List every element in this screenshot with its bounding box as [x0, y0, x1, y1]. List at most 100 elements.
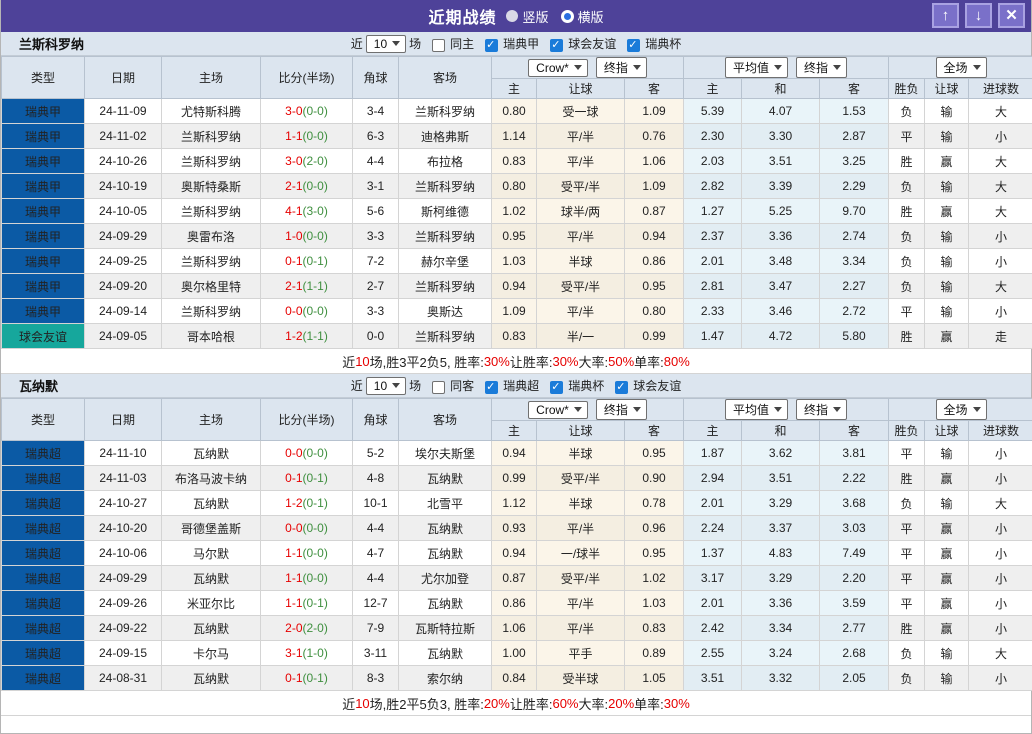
score-cell: 0-1(0-1)	[261, 466, 353, 491]
unchecked-checkbox[interactable]	[432, 39, 445, 52]
result-wdl-cell: 负	[889, 491, 925, 516]
average-source-select-1[interactable]: 终指	[796, 57, 847, 78]
odds-home-cell: 1.03	[492, 249, 537, 274]
odds-source-select-1[interactable]: 终指	[596, 399, 647, 420]
result-goals-cell: 大	[969, 491, 1032, 516]
avg-home-cell: 2.55	[684, 641, 742, 666]
full-score: 0-1	[285, 671, 302, 685]
date-cell: 24-09-26	[85, 591, 162, 616]
score-cell: 3-1(1-0)	[261, 641, 353, 666]
odds-home-cell: 0.83	[492, 149, 537, 174]
away-team-cell: 瓦纳默	[399, 466, 492, 491]
checked-checkbox[interactable]	[485, 39, 498, 52]
avg-draw-cell: 3.47	[742, 274, 820, 299]
layout-radio-vertical[interactable]: 竖版	[506, 7, 548, 26]
avg-home-cell: 2.82	[684, 174, 742, 199]
average-source-select-1[interactable]: 终指	[796, 399, 847, 420]
handicap-cell: 平/半	[537, 616, 625, 641]
table-row: 瑞典甲24-11-02兰斯科罗纳1-1(0-0)6-3迪格弗斯1.14平/半0.…	[2, 124, 1032, 149]
team-name: 兰斯科罗纳	[19, 34, 84, 53]
odds-home-cell: 0.80	[492, 174, 537, 199]
result-handicap-cell: 赢	[925, 566, 969, 591]
column-header: 主场	[162, 399, 261, 441]
average-source-select-0[interactable]: 平均值	[725, 57, 788, 78]
average-source-select-0[interactable]: 平均值	[725, 399, 788, 420]
half-score: (0-1)	[303, 671, 328, 685]
odds-source-select-1-value: 终指	[604, 401, 628, 418]
close-button[interactable]: ✕	[998, 3, 1025, 28]
move-up-button[interactable]: ↑	[932, 3, 959, 28]
column-subheader: 主	[684, 421, 742, 441]
corner-cell: 3-4	[353, 99, 399, 124]
odds-away-cell: 0.83	[625, 616, 684, 641]
result-goals-cell: 小	[969, 466, 1032, 491]
odds-source-select-1[interactable]: 终指	[596, 57, 647, 78]
avg-draw-cell: 3.51	[742, 149, 820, 174]
date-cell: 24-09-25	[85, 249, 162, 274]
recent-count-select[interactable]: 10	[366, 35, 406, 53]
odds-away-cell: 1.09	[625, 99, 684, 124]
column-header: 客场	[399, 399, 492, 441]
table-row: 瑞典超24-10-20哥德堡盖斯0-0(0-0)4-4瓦纳默0.93平/半0.9…	[2, 516, 1032, 541]
result-wdl-cell: 负	[889, 641, 925, 666]
result-goals-cell: 大	[969, 149, 1032, 174]
odds-away-cell: 1.03	[625, 591, 684, 616]
checked-checkbox[interactable]	[627, 39, 640, 52]
odds-away-cell: 0.94	[625, 224, 684, 249]
result-goals-cell: 小	[969, 666, 1032, 691]
score-cell: 1-1(0-0)	[261, 124, 353, 149]
odds-away-cell: 0.80	[625, 299, 684, 324]
match-type-cell: 瑞典甲	[2, 274, 85, 299]
checked-checkbox[interactable]	[550, 39, 563, 52]
home-team-cell: 兰斯科罗纳	[162, 124, 261, 149]
home-team-cell: 马尔默	[162, 541, 261, 566]
column-subheader: 和	[742, 79, 820, 99]
avg-home-cell: 2.01	[684, 591, 742, 616]
move-down-button[interactable]: ↓	[965, 3, 992, 28]
column-subheader: 客	[820, 421, 889, 441]
table-row: 瑞典超24-11-03布洛马波卡纳0-1(0-1)4-8瓦纳默0.99受平/半0…	[2, 466, 1032, 491]
result-handicap-cell: 赢	[925, 149, 969, 174]
avg-away-cell: 1.53	[820, 99, 889, 124]
column-header: 日期	[85, 399, 162, 441]
checked-checkbox[interactable]	[615, 381, 628, 394]
corner-cell: 7-9	[353, 616, 399, 641]
checked-checkbox[interactable]	[485, 381, 498, 394]
corner-cell: 4-4	[353, 149, 399, 174]
odds-home-cell: 0.84	[492, 666, 537, 691]
half-score: (1-0)	[303, 646, 328, 660]
checked-checkbox[interactable]	[550, 381, 563, 394]
half-score: (0-0)	[303, 129, 328, 143]
summary-segment: 单率:	[634, 352, 664, 371]
away-team-cell: 瓦纳默	[399, 541, 492, 566]
home-team-cell: 瓦纳默	[162, 666, 261, 691]
layout-radio-horizontal[interactable]: 横版	[561, 7, 604, 26]
odds-home-cell: 0.93	[492, 516, 537, 541]
result-scope-select-0[interactable]: 全场	[936, 399, 987, 420]
corner-cell: 3-11	[353, 641, 399, 666]
odds-away-cell: 0.87	[625, 199, 684, 224]
odds-home-cell: 1.12	[492, 491, 537, 516]
home-team-cell: 米亚尔比	[162, 591, 261, 616]
avg-home-cell: 2.01	[684, 491, 742, 516]
result-scope-select-0[interactable]: 全场	[936, 57, 987, 78]
result-wdl-cell: 平	[889, 516, 925, 541]
section-header-1: 瓦纳默近10场同客瑞典超瑞典杯球会友谊	[1, 374, 1031, 398]
odds-away-cell: 0.76	[625, 124, 684, 149]
unchecked-checkbox[interactable]	[432, 381, 445, 394]
chevron-down-icon	[973, 65, 981, 70]
recent-count-select[interactable]: 10	[366, 377, 406, 395]
odds-source-select-0[interactable]: Crow*	[528, 401, 588, 419]
result-handicap-cell: 输	[925, 174, 969, 199]
average-source-group-header: 平均值终指	[684, 399, 889, 421]
away-team-cell: 兰斯科罗纳	[399, 174, 492, 199]
column-subheader: 客	[625, 421, 684, 441]
half-score: (2-0)	[303, 154, 328, 168]
odds-source-select-0[interactable]: Crow*	[528, 59, 588, 77]
summary-segment: 60%	[552, 696, 578, 711]
score-cell: 3-0(0-0)	[261, 99, 353, 124]
avg-draw-cell: 4.83	[742, 541, 820, 566]
checkbox-label: 同客	[450, 377, 474, 394]
home-team-cell: 哥德堡盖斯	[162, 516, 261, 541]
checkbox-label: 瑞典杯	[568, 377, 604, 394]
